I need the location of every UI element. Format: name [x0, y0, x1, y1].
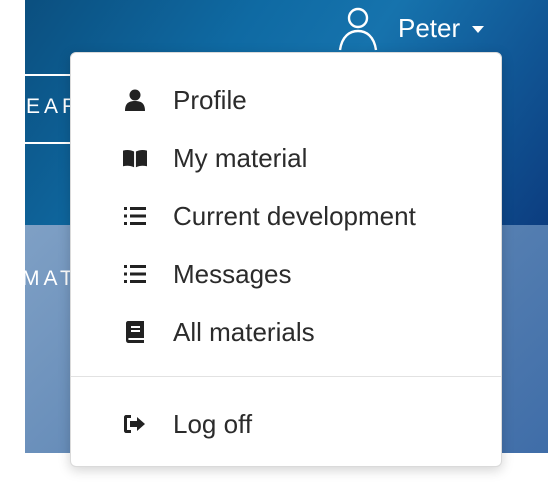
hero-title-fragment: MAT: [22, 267, 77, 290]
user-outline-icon: [338, 7, 378, 51]
book-open-icon: [123, 146, 147, 170]
menu-item-label: My material: [173, 142, 308, 173]
user-menu-toggle[interactable]: Peter: [336, 4, 485, 52]
menu-item-label: Log off: [173, 408, 253, 439]
user-name: Peter: [398, 12, 461, 43]
menu-item-profile[interactable]: Profile: [71, 76, 501, 124]
book-icon: [123, 320, 147, 344]
menu-item-label: Profile: [173, 84, 247, 115]
menu-item-log-off[interactable]: Log off: [71, 400, 501, 448]
menu-item-label: Current development: [173, 200, 416, 231]
sign-out-icon: [123, 412, 147, 436]
menu-item-label: Messages: [173, 258, 292, 289]
menu-item-my-material[interactable]: My material: [71, 134, 501, 182]
menu-item-current-development[interactable]: Current development: [71, 192, 501, 240]
list-icon: [123, 262, 147, 286]
menu-item-label: All materials: [173, 316, 315, 347]
user-icon: [123, 88, 147, 112]
list-icon: [123, 204, 147, 228]
chevron-down-icon: [472, 25, 485, 33]
menu-divider: [71, 376, 501, 377]
user-dropdown-menu: Profile My material Current development: [70, 52, 502, 467]
menu-item-all-materials[interactable]: All materials: [71, 308, 501, 356]
menu-item-messages[interactable]: Messages: [71, 250, 501, 298]
